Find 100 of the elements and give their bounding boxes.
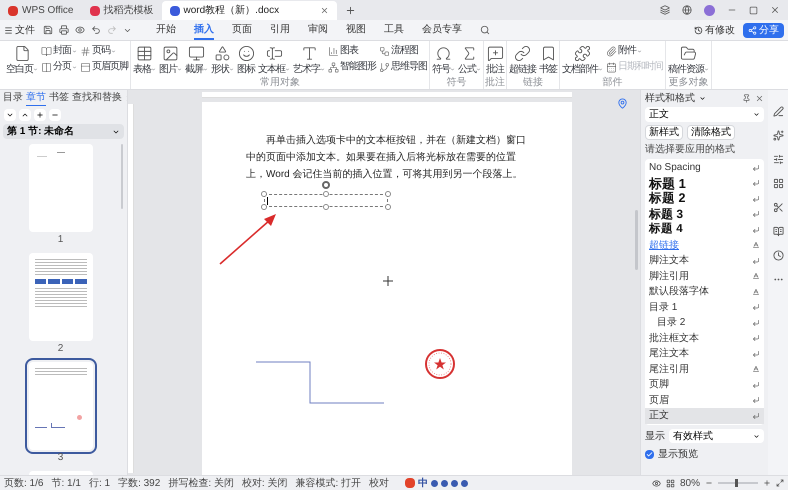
style-item[interactable]: 标题 2	[645, 191, 764, 206]
undo-icon[interactable]	[91, 25, 101, 35]
changes-button[interactable]: 有修改	[694, 22, 735, 38]
window-tab[interactable]: WPS Office	[0, 1, 82, 20]
new-style-button[interactable]: 新样式	[645, 125, 683, 140]
layout-icon[interactable]	[666, 478, 675, 488]
style-item[interactable]: 标题 1	[645, 176, 764, 191]
style-item[interactable]: 目录 1	[645, 300, 764, 315]
outline-control[interactable]	[49, 109, 61, 121]
ribbon-button[interactable]: 文本框	[257, 44, 291, 76]
menu-tab[interactable]: 视图	[346, 20, 366, 40]
ribbon-button[interactable]: 空白页	[5, 44, 39, 76]
maximize-icon[interactable]	[749, 6, 758, 14]
current-style-field[interactable]: 正文	[645, 107, 764, 122]
ribbon-button[interactable]: 公式	[457, 44, 482, 76]
panel-tab[interactable]: 查找和替换	[72, 90, 122, 106]
ribbon-button[interactable]: 表格	[132, 44, 157, 76]
page-thumbnail[interactable]	[28, 362, 92, 450]
style-item[interactable]: 批注框文本	[645, 330, 764, 346]
file-menu[interactable]: 文件	[4, 22, 35, 38]
ribbon-button[interactable]: 艺术字	[292, 44, 326, 76]
style-item[interactable]: 标题 4	[645, 222, 764, 238]
ribbon-button[interactable]: 图片	[158, 44, 183, 76]
clock-icon[interactable]	[772, 250, 784, 261]
ribbon-button[interactable]: 图表	[327, 45, 377, 57]
book-icon[interactable]	[772, 226, 784, 237]
style-item[interactable]: No Spacing	[645, 160, 764, 176]
globe-icon[interactable]	[682, 5, 692, 15]
ribbon-button[interactable]: 稿件资源	[667, 44, 710, 76]
ribbon-button[interactable]: 思维导图	[378, 61, 428, 73]
ribbon-button[interactable]: 流程图	[378, 45, 428, 57]
style-item[interactable]: 脚注引用	[645, 268, 764, 284]
ribbon-button[interactable]: 页眉页脚	[79, 61, 129, 73]
scrollbar[interactable]	[635, 210, 638, 270]
ribbon-button[interactable]: 页码	[79, 45, 129, 57]
share-button[interactable]: 分享	[743, 22, 784, 38]
pin-icon[interactable]	[742, 94, 751, 103]
zoom-in-icon[interactable]	[763, 479, 771, 487]
clear-format-button[interactable]: 清除格式	[687, 125, 735, 140]
resize-handle[interactable]	[385, 204, 391, 210]
window-list-icon[interactable]	[660, 5, 670, 15]
ribbon-button[interactable]: 分页	[40, 61, 78, 73]
resize-handle[interactable]	[261, 204, 267, 210]
preview-icon[interactable]	[75, 25, 85, 35]
location-pin-icon[interactable]	[617, 98, 628, 109]
outline-control[interactable]	[34, 109, 46, 121]
style-item[interactable]: 超链接	[645, 238, 764, 253]
ribbon-button[interactable]: 截屏	[184, 44, 209, 76]
sliders-icon[interactable]	[772, 154, 784, 165]
sparkle-icon[interactable]	[772, 130, 784, 141]
ribbon-button[interactable]: 附件	[605, 45, 664, 57]
style-item[interactable]: 正文	[645, 408, 764, 424]
close-icon[interactable]	[770, 5, 780, 15]
window-tab[interactable]: 找稻壳模板	[82, 1, 162, 20]
menu-tab[interactable]: 引用	[270, 20, 290, 40]
style-item[interactable]: 页眉	[645, 392, 764, 408]
show-select[interactable]: 有效样式	[669, 429, 764, 443]
view-icon[interactable]	[652, 478, 661, 488]
menu-tab[interactable]: 工具	[384, 20, 404, 40]
ime-mode[interactable]: 中	[418, 476, 428, 490]
panel-tab[interactable]: 章节	[26, 90, 46, 106]
style-item[interactable]: 目录 2	[645, 315, 764, 330]
ribbon-button[interactable]: 智能图形	[327, 61, 377, 73]
menu-tab[interactable]: 会员专享	[422, 20, 462, 40]
save-icon[interactable]	[43, 25, 53, 35]
page-thumbnail[interactable]	[28, 144, 92, 232]
resize-handle[interactable]	[385, 191, 391, 197]
rotate-handle[interactable]	[322, 181, 330, 189]
pen-icon[interactable]	[772, 106, 784, 117]
panel-tab[interactable]: 书签	[49, 90, 69, 106]
grid-icon[interactable]	[772, 178, 784, 189]
style-item[interactable]: 默认段落字体	[645, 284, 764, 300]
section-header[interactable]: 第 1 节: 未命名	[3, 124, 124, 139]
ribbon-button[interactable]: 文档部件	[561, 44, 604, 76]
menu-tab[interactable]: 页面	[232, 20, 252, 40]
resize-handle[interactable]	[261, 191, 267, 197]
preview-checkbox[interactable]	[645, 450, 654, 458]
menu-tab[interactable]: 开始	[156, 20, 176, 40]
page-thumbnail[interactable]	[28, 253, 92, 341]
style-item[interactable]: 标题 3	[645, 206, 764, 222]
style-item[interactable]: 尾注文本	[645, 346, 764, 362]
ribbon-button[interactable]: 符号	[431, 44, 456, 76]
style-item[interactable]: 脚注文本	[645, 253, 764, 268]
window-tab[interactable]: word教程（新）.docx	[162, 1, 336, 20]
scrollbar[interactable]	[121, 144, 123, 209]
close-icon[interactable]	[755, 94, 764, 103]
style-item[interactable]: 尾注引用	[645, 362, 764, 377]
menu-tab[interactable]: 审阅	[308, 20, 328, 40]
ribbon-button[interactable]: 封面	[40, 45, 78, 57]
resize-handle[interactable]	[323, 204, 329, 210]
caret-icon[interactable]	[699, 95, 706, 102]
avatar-icon[interactable]	[704, 4, 715, 16]
resize-handle[interactable]	[323, 191, 329, 197]
print-icon[interactable]	[59, 25, 69, 35]
ribbon-button[interactable]: 形状	[210, 44, 235, 76]
ribbon-button[interactable]: 图标	[236, 44, 256, 76]
ribbon-button[interactable]: 批注	[485, 44, 505, 76]
panel-tab[interactable]: 目录	[3, 90, 23, 106]
new-tab-icon[interactable]	[344, 5, 356, 16]
fullscreen-icon[interactable]	[776, 479, 784, 487]
